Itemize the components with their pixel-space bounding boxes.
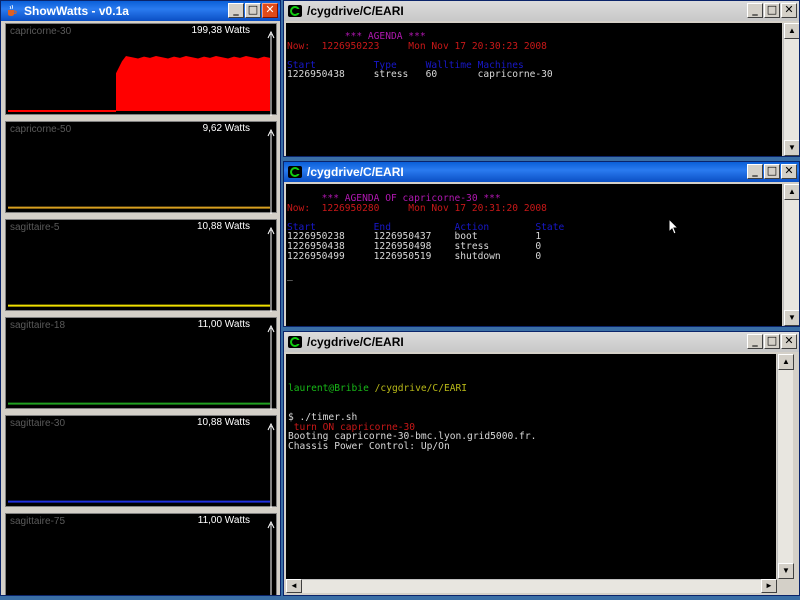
power-reading: 9,62 Watts (202, 123, 250, 134)
power-graph (8, 324, 275, 410)
power-reading: 10,88 Watts (197, 417, 250, 428)
scroll-up-button[interactable]: ▲ (784, 184, 799, 200)
terminal-line-text: Now: 1226950280 Mon Nov 17 20:31:20 2008 (287, 202, 547, 214)
power-panel: capricorne-30 199,38 Watts (5, 23, 277, 116)
power-panel: sagittaire-18 11,00 Watts (5, 317, 277, 410)
power-graph (8, 226, 275, 312)
terminal-line: _ (287, 269, 782, 281)
terminal-agenda-title: /cygdrive/C/EARI (307, 4, 404, 18)
close-button[interactable]: ✕ (781, 334, 797, 349)
terminal-line: 1226950438 stress 60 capricorne-30 (287, 70, 782, 80)
machine-name: sagittaire-75 (10, 516, 66, 527)
scroll-up-button[interactable]: ▲ (784, 23, 799, 39)
terminal-line: 1226950499 1226950519 shutdown 0 (287, 250, 782, 262)
mouse-cursor-icon (669, 219, 679, 235)
power-graph (8, 422, 275, 508)
close-button[interactable]: ✕ (781, 164, 797, 179)
minimize-button[interactable]: _ (747, 334, 763, 349)
terminal-line: Now: 1226950223 Mon Nov 17 20:30:23 2008 (287, 40, 782, 52)
showwatts-title: ShowWatts - v0.1a (24, 4, 129, 18)
terminal-timer-window: /cygdrive/C/EARI _ □ ✕ laurent@Bribie /c… (283, 331, 800, 596)
terminal-agenda-output[interactable]: *** AGENDA *** Now: 1226950223 Mon Nov 17… (286, 23, 782, 156)
terminal-machine-agenda-window: /cygdrive/C/EARI _ □ ✕ *** AGENDA OF cap… (283, 161, 800, 327)
close-button[interactable]: ✕ (262, 3, 278, 18)
terminal-line-text: _ (287, 269, 293, 281)
terminal-machine-agenda-titlebar[interactable]: /cygdrive/C/EARI _ □ ✕ (284, 162, 799, 182)
terminal-timer-output[interactable]: laurent@Bribie /cygdrive/C/EARI $ ./time… (286, 354, 776, 579)
cygwin-icon (288, 5, 302, 17)
machine-name: sagittaire-30 (10, 418, 66, 429)
power-reading: 11,00 Watts (197, 319, 250, 330)
cygwin-icon (288, 336, 302, 348)
terminal-machine-agenda-title: /cygdrive/C/EARI (307, 165, 404, 179)
prompt-path: /cygdrive/C/EARI (374, 383, 468, 395)
machine-name: sagittaire-5 (10, 222, 60, 233)
scroll-left-button[interactable]: ◄ (286, 579, 302, 593)
vertical-scrollbar[interactable]: ▲ ▼ (783, 184, 799, 326)
showwatts-window: ShowWatts - v0.1a _ □ ✕ capricorne-30 199… (0, 0, 281, 596)
prompt-user: laurent@Bribie (288, 383, 369, 395)
power-graph (8, 128, 275, 214)
scroll-right-button[interactable]: ► (761, 579, 777, 593)
scroll-down-button[interactable]: ▼ (778, 563, 794, 579)
power-graph (8, 30, 275, 116)
terminal-line-text: 1226950499 1226950519 shutdown 0 (287, 250, 542, 262)
terminal-line: Now: 1226950280 Mon Nov 17 20:31:20 2008 (287, 202, 782, 214)
power-area (116, 56, 270, 111)
java-cup-icon (5, 4, 19, 17)
terminal-line-text: 1226950438 stress 60 capricorne-30 (287, 69, 553, 81)
machine-name: sagittaire-18 (10, 320, 66, 331)
cygwin-icon (288, 166, 302, 178)
power-reading: 199,38 Watts (191, 25, 250, 36)
terminal-agenda-window: /cygdrive/C/EARI _ □ ✕ *** AGENDA *** Now… (283, 0, 800, 157)
scroll-down-button[interactable]: ▼ (784, 140, 799, 156)
machine-name: capricorne-50 (10, 124, 72, 135)
terminal-line-text: Chassis Power Control: Up/On (288, 440, 450, 452)
maximize-button[interactable]: □ (764, 164, 780, 179)
power-panel: sagittaire-75 11,00 Watts (5, 513, 277, 595)
maximize-button[interactable]: □ (764, 3, 780, 18)
minimize-button[interactable]: _ (747, 164, 763, 179)
maximize-button[interactable]: □ (245, 3, 261, 18)
maximize-button[interactable]: □ (764, 334, 780, 349)
terminal-agenda-titlebar[interactable]: /cygdrive/C/EARI _ □ ✕ (284, 1, 799, 21)
terminal-line-text: Now: 1226950223 Mon Nov 17 20:30:23 2008 (287, 40, 547, 52)
minimize-button[interactable]: _ (228, 3, 244, 18)
vertical-scrollbar[interactable]: ▲ ▼ (777, 354, 794, 579)
power-panel: capricorne-50 9,62 Watts (5, 121, 277, 214)
terminal-machine-agenda-output[interactable]: *** AGENDA OF capricorne-30 *** Now: 1226… (286, 184, 782, 326)
showwatts-titlebar[interactable]: ShowWatts - v0.1a _ □ ✕ (1, 1, 280, 21)
scroll-up-button[interactable]: ▲ (778, 354, 794, 370)
horizontal-scrollbar[interactable]: ◄ ► (286, 579, 777, 593)
power-panel: sagittaire-5 10,88 Watts (5, 219, 277, 312)
power-panel: sagittaire-30 10,88 Watts (5, 415, 277, 508)
vertical-scrollbar[interactable]: ▲ ▼ (783, 23, 799, 156)
close-button[interactable]: ✕ (781, 3, 797, 18)
terminal-timer-title: /cygdrive/C/EARI (307, 335, 404, 349)
power-reading: 11,00 Watts (197, 515, 250, 526)
power-reading: 10,88 Watts (197, 221, 250, 232)
terminal-timer-titlebar[interactable]: /cygdrive/C/EARI _ □ ✕ (284, 332, 799, 352)
scroll-down-button[interactable]: ▼ (784, 310, 799, 326)
terminal-line: Chassis Power Control: Up/On (288, 440, 776, 452)
minimize-button[interactable]: _ (747, 3, 763, 18)
machine-name: capricorne-30 (10, 26, 72, 37)
